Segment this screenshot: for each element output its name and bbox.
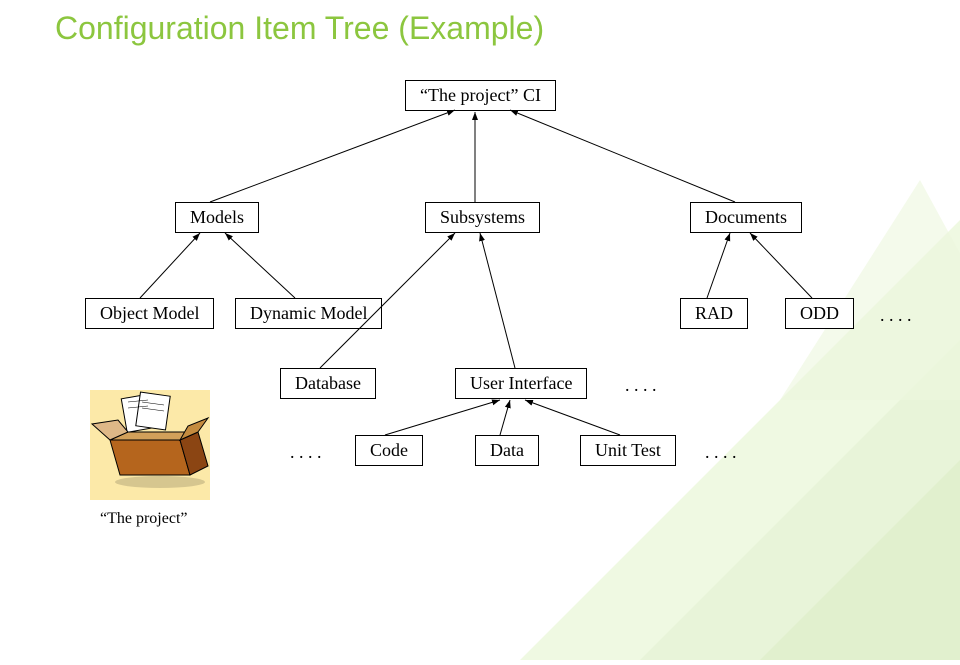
box-caption: “The project” — [100, 510, 188, 528]
dots-post-unit-test: . . . . — [705, 442, 737, 463]
node-rad: RAD — [680, 298, 748, 329]
dots-pre-code: . . . . — [290, 442, 322, 463]
dots-documents-more: . . . . — [880, 305, 912, 326]
node-object-model: Object Model — [85, 298, 214, 329]
node-unit-test: Unit Test — [580, 435, 676, 466]
node-database: Database — [280, 368, 376, 399]
node-data: Data — [475, 435, 539, 466]
node-user-interface: User Interface — [455, 368, 587, 399]
dots-subsystems-more: . . . . — [625, 375, 657, 396]
open-box-icon — [90, 390, 210, 500]
slide-title: Configuration Item Tree (Example) — [55, 10, 544, 47]
node-subsystems: Subsystems — [425, 202, 540, 233]
node-root: “The project” CI — [405, 80, 556, 111]
node-odd: ODD — [785, 298, 854, 329]
node-dynamic-model: Dynamic Model — [235, 298, 382, 329]
node-models: Models — [175, 202, 259, 233]
node-documents: Documents — [690, 202, 802, 233]
node-code: Code — [355, 435, 423, 466]
